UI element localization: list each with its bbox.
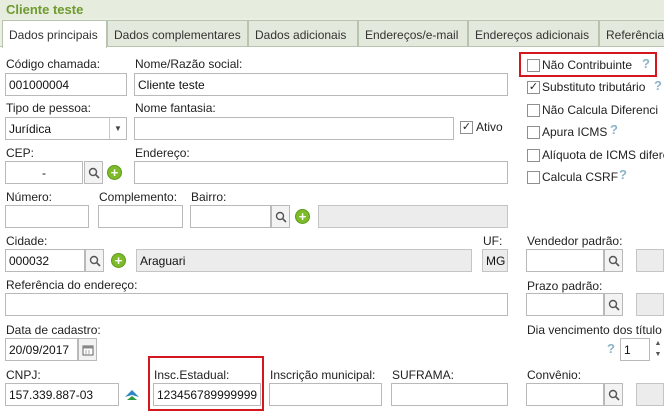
search-icon <box>275 211 287 223</box>
tipo-pessoa-select[interactable]: Jurídica ▼ <box>5 117 127 140</box>
main-panel <box>0 46 664 415</box>
search-icon <box>608 255 620 267</box>
help-icon[interactable]: ? <box>642 56 650 71</box>
cnpj-lookup-button[interactable] <box>121 383 143 406</box>
calendar-button[interactable] <box>78 338 97 361</box>
dia-vencimento-stepper[interactable]: ▲ ▼ <box>652 338 664 361</box>
numero-label: Número: <box>6 190 53 204</box>
cidade-add-button[interactable]: + <box>111 253 126 268</box>
cidade-input[interactable]: 000032 <box>5 249 85 272</box>
tab-dados-complementares[interactable]: Dados complementares <box>107 20 248 47</box>
chevron-down-icon[interactable]: ▼ <box>109 118 126 139</box>
prazo-name-display <box>636 293 664 316</box>
receita-lookup-icon <box>125 389 139 400</box>
uf-display: MG <box>482 249 508 272</box>
codigo-input[interactable]: 001000004 <box>5 73 127 96</box>
bairro-add-button[interactable]: + <box>295 209 310 224</box>
tipo-pessoa-value: Jurídica <box>9 122 52 136</box>
ativo-label: Ativo <box>476 120 503 134</box>
insc-municipal-label: Inscrição municipal: <box>270 368 376 382</box>
prazo-input[interactable] <box>526 293 604 316</box>
dia-vencimento-input[interactable]: 1 <box>620 338 650 361</box>
convenio-name-display <box>636 383 664 406</box>
complemento-input[interactable] <box>98 205 183 228</box>
calcula-csrf-checkbox[interactable] <box>527 171 540 184</box>
tab-dados-adicionais[interactable]: Dados adicionais <box>248 20 358 47</box>
search-icon <box>608 389 620 401</box>
endereco-label: Endereço: <box>135 146 190 160</box>
prazo-label: Prazo padrão: <box>527 279 603 293</box>
help-icon[interactable]: ? <box>610 122 618 137</box>
cidade-search-button[interactable] <box>85 249 104 272</box>
window-title: Cliente teste <box>0 0 664 18</box>
search-icon <box>608 299 620 311</box>
uf-label: UF: <box>483 234 503 248</box>
suframa-label: SUFRAMA: <box>392 368 455 382</box>
cep-label: CEP: <box>6 146 35 160</box>
suframa-input[interactable] <box>391 383 508 406</box>
convenio-label: Convênio: <box>527 368 582 382</box>
help-icon[interactable]: ? <box>654 78 662 93</box>
insc-estadual-highlight <box>148 356 264 411</box>
aliquota-icms-checkbox[interactable] <box>527 149 540 162</box>
help-icon[interactable]: ? <box>619 167 627 182</box>
insc-municipal-input[interactable] <box>269 383 382 406</box>
nome-fantasia-label: Nome fantasia: <box>135 101 216 115</box>
vendedor-label: Vendedor padrão: <box>527 234 623 248</box>
endereco-input[interactable] <box>134 161 508 184</box>
nao-contribuinte-checkbox[interactable] <box>527 59 540 72</box>
tab-bar: Dados principais Dados complementares Da… <box>0 20 664 48</box>
prazo-search-button[interactable] <box>604 293 623 316</box>
vendedor-search-button[interactable] <box>604 249 623 272</box>
bairro-input[interactable] <box>190 205 271 228</box>
bairro-label: Bairro: <box>191 190 227 204</box>
aliquota-icms-label: Alíquota de ICMS difere <box>542 148 664 162</box>
calcula-csrf-label: Calcula CSRF <box>542 170 619 184</box>
convenio-input[interactable] <box>526 383 604 406</box>
tab-dados-principais[interactable]: Dados principais <box>2 20 107 48</box>
referencia-label: Referência do endereço: <box>6 278 138 292</box>
nome-fantasia-input[interactable] <box>134 117 454 140</box>
bairro-search-button[interactable] <box>271 205 290 228</box>
convenio-search-button[interactable] <box>604 383 623 406</box>
substituto-tributario-label: Substituto tributário <box>542 80 646 94</box>
bairro-name-display <box>318 205 508 228</box>
codigo-label: Código chamada: <box>6 57 101 71</box>
cidade-label: Cidade: <box>6 234 48 248</box>
nome-input[interactable]: Cliente teste <box>134 73 508 96</box>
cnpj-input[interactable]: 157.339.887-03 <box>5 383 119 406</box>
cep-add-button[interactable]: + <box>107 165 122 180</box>
calendar-icon <box>82 345 93 355</box>
help-icon[interactable]: ? <box>607 341 615 356</box>
complemento-label: Complemento: <box>99 190 178 204</box>
numero-input[interactable] <box>5 205 89 228</box>
vendedor-input[interactable] <box>526 249 604 272</box>
tab-referencias[interactable]: Referências <box>599 20 664 47</box>
apura-icms-checkbox[interactable] <box>527 126 540 139</box>
nao-calcula-diferencial-checkbox[interactable] <box>527 104 540 117</box>
referencia-input[interactable] <box>5 293 508 316</box>
nome-label: Nome/Razão social: <box>135 57 243 71</box>
dia-vencimento-label: Dia vencimento dos título <box>527 323 662 337</box>
nao-calcula-diferencial-label: Não Calcula Diferenci <box>542 103 659 117</box>
vendedor-name-display <box>636 249 664 272</box>
data-cadastro-label: Data de cadastro: <box>6 323 101 337</box>
nao-contribuinte-label: Não Contribuinte <box>542 58 633 72</box>
cep-search-button[interactable] <box>84 161 103 184</box>
apura-icms-label: Apura ICMS <box>542 125 608 139</box>
search-icon <box>89 255 101 267</box>
cep-input[interactable]: - <box>5 161 83 184</box>
cnpj-label: CNPJ: <box>6 368 41 382</box>
tipo-pessoa-label: Tipo de pessoa: <box>6 101 91 115</box>
ativo-checkbox[interactable]: ✓ <box>460 121 473 134</box>
substituto-tributario-checkbox[interactable]: ✓ <box>527 81 540 94</box>
tab-enderecos-adicionais[interactable]: Endereços adicionais <box>468 20 599 47</box>
cidade-name-display: Araguari <box>136 249 472 272</box>
data-cadastro-input[interactable]: 20/09/2017 <box>5 338 78 361</box>
tab-enderecos-email[interactable]: Endereços/e-mail <box>358 20 468 47</box>
search-icon <box>88 167 100 179</box>
